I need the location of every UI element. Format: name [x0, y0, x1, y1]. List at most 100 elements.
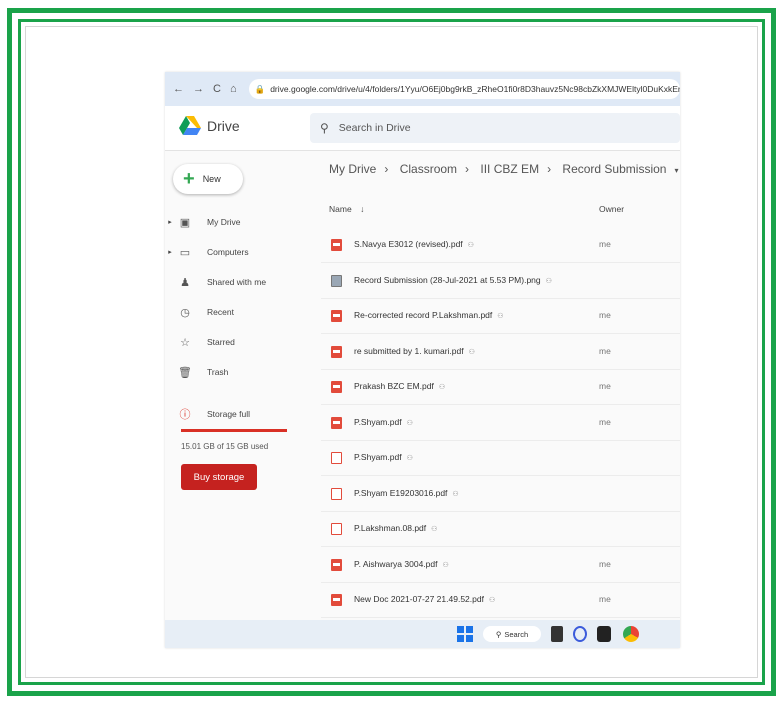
- file-name: P.Lakshman.08.pdf ⚇: [354, 523, 437, 533]
- file-name-text: Re-corrected record P.Lakshman.pdf: [354, 310, 493, 320]
- clock-icon: ◷: [180, 306, 190, 319]
- breadcrumb-separator-icon: ›: [547, 162, 552, 176]
- breadcrumb: My Drive › Classroom › III CBZ EM › Record …: [329, 162, 680, 176]
- chat-icon[interactable]: [573, 626, 587, 642]
- chevron-down-icon[interactable]: ▾: [674, 166, 678, 175]
- drive-logo[interactable]: Drive: [179, 116, 240, 135]
- file-name: Prakash BZC EM.pdf ⚇: [354, 381, 445, 391]
- file-row[interactable]: P. Aishwarya 3004.pdf ⚇ me: [321, 547, 680, 583]
- file-name: P.Shyam.pdf ⚇: [354, 417, 413, 427]
- drive-header: Drive ⚲ Search in Drive: [165, 106, 680, 151]
- chrome-icon[interactable]: [623, 626, 639, 642]
- file-name-text: P.Lakshman.08.pdf: [354, 523, 427, 533]
- plus-icon: +: [183, 168, 195, 190]
- shared-icon: ⚇: [488, 597, 496, 604]
- column-owner-header[interactable]: Owner: [599, 204, 624, 214]
- search-bar[interactable]: ⚲ Search in Drive: [310, 113, 680, 143]
- shared-icon: ⚇: [442, 561, 449, 569]
- column-name-label: Name: [329, 204, 352, 214]
- file-row[interactable]: P.Shyam.pdf ⚇: [321, 440, 680, 476]
- file-row[interactable]: Re-corrected record P.Lakshman.pdf ⚇ me: [321, 298, 680, 334]
- task-view-icon[interactable]: [551, 626, 563, 642]
- breadcrumb-classroom[interactable]: Classroom: [400, 162, 457, 176]
- sidebar-item-label: My Drive: [207, 217, 241, 227]
- storage-usage-text: 15.01 GB of 15 GB used: [181, 442, 269, 451]
- taskbar-search-label: Search: [504, 629, 529, 639]
- sidebar-item-shared[interactable]: ♟ Shared with me: [165, 272, 266, 292]
- file-row[interactable]: S.Navya E3012 (revised).pdf ⚇ me: [321, 227, 680, 263]
- shared-icon: ⚇: [545, 277, 552, 285]
- storage-label: Storage full: [207, 409, 250, 419]
- sidebar-item-label: Recent: [207, 307, 234, 317]
- search-icon: ⚲: [320, 121, 329, 135]
- sidebar: + New ▸ ▣ My Drive ▸ ▭ Computers ♟ Share…: [165, 150, 310, 620]
- app-icon[interactable]: [597, 626, 611, 642]
- file-name-text: P.Shyam E19203016.pdf: [354, 487, 448, 498]
- file-row[interactable]: P.Shyam.pdf ⚇ me: [321, 405, 680, 441]
- sidebar-item-label: Computers: [207, 247, 249, 257]
- file-row[interactable]: Prakash BZC EM.pdf ⚇ me: [321, 369, 680, 405]
- sidebar-item-label: Starred: [207, 337, 235, 347]
- lock-icon: 🔒: [254, 83, 266, 94]
- trash-icon: 🗑: [178, 366, 192, 379]
- file-row[interactable]: Record Submission (28-Jul-2021 at 5.53 P…: [321, 263, 680, 299]
- sidebar-item-my-drive[interactable]: ▸ ▣ My Drive: [165, 212, 241, 232]
- shared-icon: ⚇: [452, 490, 459, 498]
- computer-icon: ▭: [179, 246, 191, 259]
- file-row[interactable]: New Doc 2021-07-27 21.49.52.pdf ⚇ me: [321, 582, 680, 618]
- file-name: P.Shyam.pdf ⚇: [354, 452, 413, 462]
- file-row[interactable]: re submitted by 1. kumari.pdf ⚇ me: [321, 334, 680, 370]
- file-owner: me: [599, 558, 611, 569]
- file-name: New Doc 2021-07-27 21.49.52.pdf ⚇: [354, 594, 495, 604]
- taskbar-search[interactable]: ⚲ Search: [483, 626, 541, 642]
- windows-start-icon[interactable]: [457, 626, 473, 642]
- breadcrumb-separator-icon: ›: [465, 162, 470, 176]
- shared-icon: ⚇: [468, 348, 475, 356]
- file-row[interactable]: P.Lakshman.08.pdf ⚇: [321, 511, 680, 547]
- sidebar-item-computers[interactable]: ▸ ▭ Computers: [165, 242, 249, 262]
- url-field[interactable]: 🔒 drive.google.com/drive/u/4/folders/1Yy…: [248, 79, 680, 99]
- sidebar-item-trash[interactable]: 🗑 Trash: [165, 362, 228, 382]
- sidebar-item-recent[interactable]: ◷ Recent: [165, 302, 234, 322]
- breadcrumb-my-drive[interactable]: My Drive: [329, 162, 376, 176]
- column-name-header[interactable]: Name ↓: [329, 204, 364, 214]
- expand-arrow-icon[interactable]: ▸: [165, 248, 175, 256]
- image-file-icon: [331, 274, 342, 287]
- sidebar-item-starred[interactable]: ☆ Starred: [165, 332, 235, 352]
- file-name-text: re submitted by 1. kumari.pdf: [354, 345, 464, 356]
- pdf-file-icon: [331, 558, 342, 571]
- home-icon[interactable]: ⌂: [230, 83, 237, 95]
- drive-screenshot: ← → C ⌂ 🔒 drive.google.com/drive/u/4/fol…: [165, 72, 680, 648]
- file-name: P. Aishwarya 3004.pdf ⚇: [354, 559, 449, 569]
- search-placeholder: Search in Drive: [338, 122, 411, 134]
- star-icon: ☆: [180, 336, 190, 349]
- pdf-file-icon: [331, 239, 342, 251]
- file-name-text: P.Shyam.pdf: [354, 452, 402, 462]
- breadcrumb-current[interactable]: Record Submission: [562, 162, 666, 176]
- search-icon: ⚲: [495, 629, 502, 639]
- file-name-text: Prakash BZC EM.pdf: [354, 381, 434, 391]
- shared-icon: ⚇: [438, 384, 446, 391]
- file-owner: me: [599, 594, 611, 604]
- forward-icon[interactable]: →: [193, 83, 204, 95]
- my-drive-icon: ▣: [179, 216, 191, 229]
- pdf-file-icon: [331, 381, 342, 393]
- breadcrumb-course[interactable]: III CBZ EM: [480, 162, 539, 176]
- file-name-text: Record Submission (28-Jul-2021 at 5.53 P…: [354, 274, 541, 285]
- buy-storage-button[interactable]: Buy storage: [181, 464, 257, 490]
- file-list-header: Name ↓ Owner: [329, 204, 680, 220]
- file-owner: me: [599, 345, 611, 356]
- reload-icon[interactable]: C: [213, 83, 221, 95]
- file-row[interactable]: P.Shyam E19203016.pdf ⚇: [321, 476, 680, 512]
- expand-arrow-icon[interactable]: ▸: [165, 218, 175, 226]
- sidebar-item-label: Shared with me: [207, 277, 267, 287]
- file-name: Record Submission (28-Jul-2021 at 5.53 P…: [354, 275, 552, 285]
- pdf-file-icon: [331, 310, 342, 322]
- file-owner: me: [599, 310, 611, 320]
- storage-status[interactable]: ⓘ Storage full: [165, 404, 251, 424]
- sort-arrow-icon: ↓: [360, 204, 365, 214]
- back-icon[interactable]: ←: [173, 83, 184, 95]
- file-name: re submitted by 1. kumari.pdf ⚇: [354, 346, 475, 356]
- new-button[interactable]: + New: [173, 164, 243, 194]
- file-name-text: P. Aishwarya 3004.pdf: [354, 558, 438, 569]
